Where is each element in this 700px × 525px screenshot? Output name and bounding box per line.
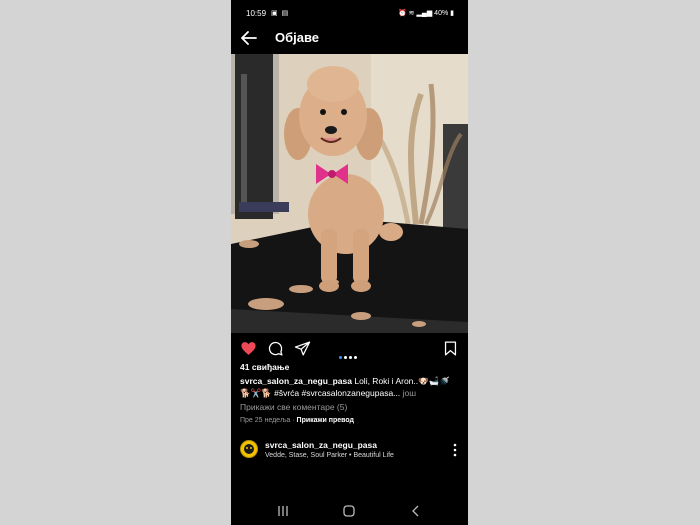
alarm-icon: ⏰ (397, 10, 407, 17)
arrow-left-icon[interactable] (240, 30, 258, 46)
audio-username[interactable]: svrca_salon_za_negu_pasa (265, 440, 377, 450)
caption-hashtags[interactable]: 🐕✂️🐕 #švrća #svrcasalonzanegupasa... (240, 388, 400, 398)
page-title: Објаве (275, 30, 320, 45)
likes-count[interactable]: 41 свиђање (240, 362, 289, 372)
caption-text: Loli, Roki i Aron..🐶🛁🚿 (351, 376, 450, 386)
carousel-indicator (339, 346, 359, 364)
audio-track[interactable]: Vedde, Stase, Soul Parker • Beautiful Li… (265, 452, 394, 459)
caption-username[interactable]: svrca_salon_za_negu_pasa (240, 376, 352, 386)
carousel-dot (339, 356, 342, 359)
salon-logo-icon (244, 444, 254, 454)
post-image[interactable] (231, 54, 468, 333)
battery-icon: ▮ (450, 10, 454, 17)
signal-icon: ▂▄▆ (416, 10, 433, 17)
phone-screen: 10:59 ▣ ▤ ⏰ ≋ ▂▄▆ 40% ▮ Објаве 41 свиђањ… (231, 0, 468, 525)
post-caption: svrca_salon_za_negu_pasa Loli, Roki i Ar… (240, 375, 462, 399)
home-icon[interactable] (341, 503, 357, 519)
carousel-dot (344, 356, 347, 359)
carousel-dot (349, 356, 352, 359)
caption-line-1: svrca_salon_za_negu_pasa Loli, Roki i Ar… (240, 375, 462, 387)
more-vertical-icon[interactable] (452, 443, 458, 457)
action-bar (231, 336, 468, 360)
post-meta: Пре 25 недеља · Прикажи превод (240, 417, 354, 424)
avatar[interactable] (240, 440, 258, 458)
post-time: Пре 25 недеља (240, 417, 291, 424)
caption-line-2: 🐕✂️🐕 #švrća #svrcasalonzanegupasa... још (240, 387, 462, 399)
status-time: 10:59 (246, 9, 267, 18)
heart-icon[interactable] (240, 340, 257, 357)
poodle-photo (231, 54, 468, 333)
carousel-dot (354, 356, 357, 359)
screenshot-icon: ▤ (281, 10, 290, 17)
share-icon[interactable] (294, 340, 311, 357)
see-translation-link[interactable]: Прикажи превод (297, 417, 354, 424)
status-bar: 10:59 ▣ ▤ ⏰ ≋ ▂▄▆ 40% ▮ (231, 0, 468, 26)
comment-icon[interactable] (267, 340, 284, 357)
recents-icon[interactable] (275, 503, 291, 519)
battery-percent: 40% (434, 10, 449, 17)
wifi-icon: ≋ (408, 10, 415, 17)
notification-icons: ▣ ▤ (271, 9, 289, 17)
caption-more-link[interactable]: још (400, 388, 416, 398)
bookmark-icon[interactable] (442, 340, 459, 357)
suggested-post-row[interactable]: svrca_salon_za_negu_pasa Vedde, Stase, S… (231, 436, 468, 464)
back-icon[interactable] (408, 503, 424, 519)
top-bar: Објаве (231, 24, 468, 54)
view-all-comments-link[interactable]: Прикажи све коментаре (5) (240, 402, 347, 412)
gallery-icon: ▣ (271, 10, 279, 17)
system-nav-bar (231, 498, 468, 525)
status-right: ⏰ ≋ ▂▄▆ 40% ▮ (398, 9, 454, 17)
